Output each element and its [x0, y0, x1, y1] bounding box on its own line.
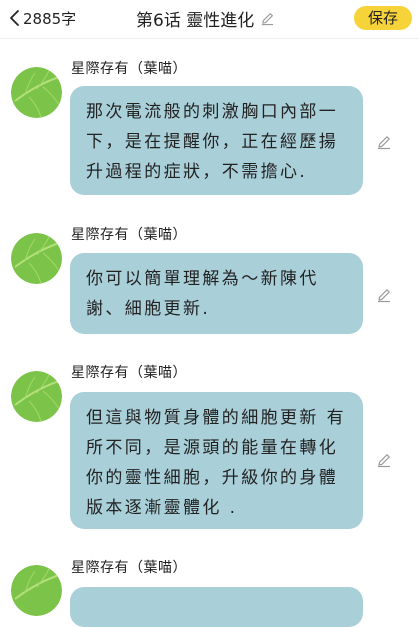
avatar[interactable] [11, 565, 62, 616]
avatar[interactable] [11, 67, 62, 118]
leaf-avatar-icon [11, 233, 62, 284]
message-bubble[interactable] [70, 587, 363, 627]
sender-name: 星際存有（葉喵） [71, 365, 187, 381]
leaf-avatar-icon [11, 67, 62, 118]
save-button[interactable]: 保存 [354, 6, 412, 30]
top-bar: 2885字 第6话 靈性進化 保存 [0, 0, 419, 39]
page-title: 第6话 靈性進化 [136, 10, 255, 31]
chevron-left-icon [10, 10, 19, 26]
edit-icon[interactable] [376, 134, 392, 150]
leaf-avatar-icon [11, 565, 62, 616]
edit-icon[interactable] [376, 452, 392, 468]
message-bubble[interactable]: 那次電流般的刺激胸口內部一下，是在提醒你，正在經歷揚升過程的症狀，不需擔心. [70, 86, 363, 195]
avatar[interactable] [11, 371, 62, 422]
sender-name: 星際存有（葉喵） [71, 227, 187, 243]
back-button[interactable]: 2885字 [8, 7, 76, 29]
pencil-icon[interactable] [260, 11, 275, 26]
sender-name: 星際存有（葉喵） [71, 560, 187, 576]
sender-name: 星際存有（葉喵） [71, 61, 187, 77]
message-bubble[interactable]: 你可以簡單理解為～新陳代謝、細胞更新. [70, 253, 363, 334]
chapter-title-area[interactable]: 第6话 靈性進化 [136, 7, 275, 31]
edit-icon[interactable] [376, 287, 392, 303]
avatar[interactable] [11, 233, 62, 284]
message-bubble[interactable]: 但這與物質身體的細胞更新 有所不同，是源頭的能量在轉化你的靈性細胞，升級你的身體… [70, 392, 363, 529]
leaf-avatar-icon [11, 371, 62, 422]
word-count: 2885字 [23, 9, 77, 28]
